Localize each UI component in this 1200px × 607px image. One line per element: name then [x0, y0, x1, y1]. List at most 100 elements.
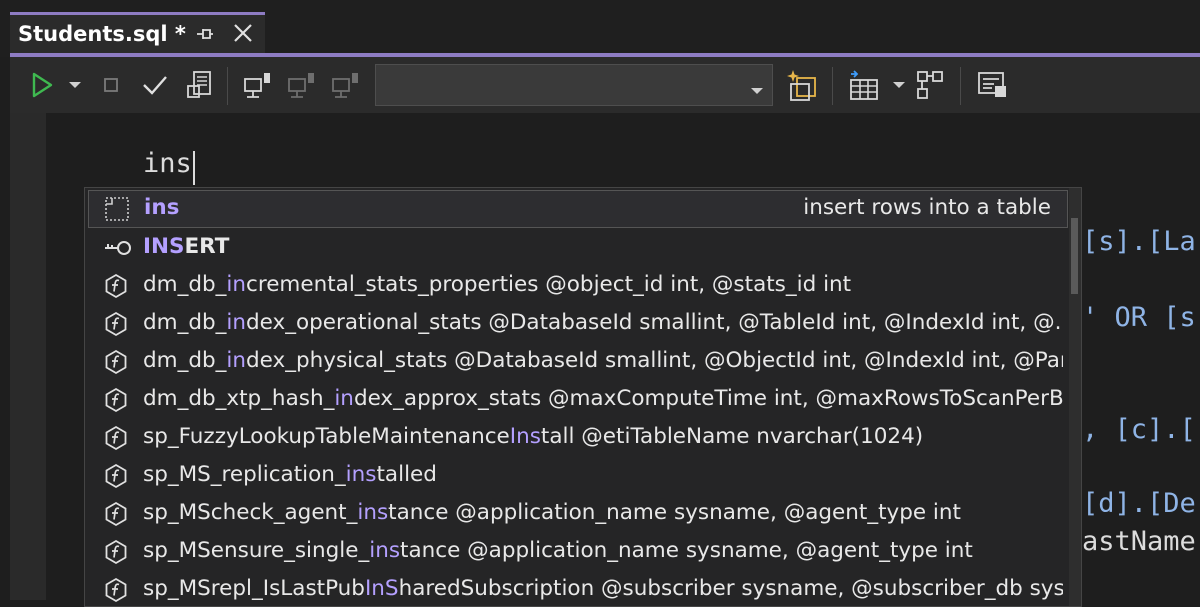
completion-item-label: sp_MS_replication_installed [143, 462, 1063, 487]
tab-students-sql[interactable]: Students.sql * [10, 12, 265, 53]
execute-dropdown-button[interactable] [66, 69, 84, 101]
chevron-down-icon [750, 81, 764, 100]
completion-item[interactable]: dm_db_index_physical_stats @DatabaseId s… [85, 342, 1070, 380]
completion-label-post: tance @application_name sysname, @agent_… [388, 500, 961, 525]
completion-item[interactable]: INSERT [85, 228, 1070, 266]
checkmark-icon [141, 73, 169, 97]
actual-plan-button[interactable] [914, 69, 946, 101]
completion-item[interactable]: sp_MS_replication_installed [85, 456, 1070, 494]
completion-item-label: dm_db_incremental_stats_properties @obje… [143, 272, 1063, 297]
completion-label-match: in [334, 386, 354, 411]
connect-button[interactable] [242, 69, 274, 101]
chevron-down-icon [68, 80, 82, 90]
completion-label-match: ins [144, 195, 180, 220]
completion-label-match: INS [143, 234, 185, 259]
results-to-grid-button[interactable] [846, 69, 882, 101]
completion-item-label: sp_MSensure_single_instance @application… [143, 538, 1063, 563]
pin-icon[interactable] [194, 23, 216, 45]
document-plan-icon [186, 70, 212, 100]
completion-item[interactable]: sp_MSensure_single_instance @application… [85, 532, 1070, 570]
server-disconnect-icon [287, 70, 317, 100]
parse-button[interactable] [140, 69, 170, 101]
execute-button[interactable] [28, 69, 56, 101]
completion-label-post: tance @application_name sysname, @agent_… [400, 538, 973, 563]
completion-item-label: dm_db_xtp_hash_index_approx_stats @maxCo… [143, 386, 1063, 411]
completion-label-post: dex_physical_stats @DatabaseId smallint,… [246, 348, 1063, 373]
completion-item-selected[interactable]: ins insert rows into a table [88, 190, 1068, 228]
completion-item[interactable]: sp_MSrepl_IsLastPubInSharedSubscription … [85, 570, 1070, 606]
code-line-fragment: ' OR [s [1082, 302, 1196, 333]
snippet-icon [104, 196, 130, 222]
function-icon [103, 425, 129, 451]
function-icon [103, 311, 129, 337]
completion-item-label: INSERT [143, 234, 1063, 259]
server-connect-icon [243, 70, 273, 100]
query-options-button[interactable] [974, 69, 1010, 101]
disconnect-button[interactable] [286, 69, 318, 101]
typed-text: ins [143, 148, 192, 179]
toolbar-separator [832, 67, 833, 105]
intellisense-completion-list[interactable]: ins insert rows into a table INSERT dm_db_i… [84, 187, 1082, 607]
completion-label-pre: dm_db_ [143, 310, 227, 335]
completion-label-match: InS [364, 576, 399, 601]
completion-label-match: ins [345, 462, 377, 487]
document-tab-strip: Students.sql * [0, 0, 1200, 57]
completion-label-post: ERT [184, 234, 230, 259]
code-line-fragment: astName [1082, 526, 1196, 557]
completion-label-pre: sp_MSrepl_IsLastPub [143, 576, 365, 601]
completion-item[interactable]: sp_FuzzyLookupTableMaintenanceInstall @e… [85, 418, 1070, 456]
completion-label-pre: dm_db_xtp_hash_ [143, 386, 335, 411]
function-icon [103, 501, 129, 527]
completion-label-match: ins [369, 538, 401, 563]
chevron-down-icon [892, 80, 906, 90]
completion-scroll-thumb[interactable] [1071, 218, 1078, 294]
completion-item[interactable]: dm_db_incremental_stats_properties @obje… [85, 266, 1070, 304]
grid-icon [847, 68, 881, 102]
completion-label-match: in [226, 348, 246, 373]
completion-label-post: talled [376, 462, 437, 487]
completion-item-label: sp_MScheck_agent_instance @application_n… [143, 500, 1063, 525]
completion-label-pre: sp_MS_replication_ [143, 462, 346, 487]
completion-label-match: in [226, 272, 246, 297]
completion-label-match: Ins [509, 424, 541, 449]
function-icon [103, 387, 129, 413]
completion-item-label: dm_db_index_physical_stats @DatabaseId s… [143, 348, 1063, 373]
code-line-fragment: [s].[La [1082, 226, 1196, 257]
toolbar-separator [227, 67, 228, 105]
completion-item[interactable]: dm_db_index_operational_stats @DatabaseI… [85, 304, 1070, 342]
tab-title: Students.sql * [18, 22, 186, 46]
sparkle-window-icon [785, 68, 819, 102]
completion-label-pre: sp_FuzzyLookupTableMaintenance [143, 424, 510, 449]
query-toolbar [10, 57, 1200, 113]
completion-item-description: insert rows into a table [803, 195, 1051, 220]
function-icon [103, 539, 129, 565]
keyword-icon [103, 235, 131, 261]
completion-label-pre: dm_db_ [143, 348, 227, 373]
completion-label-match: in [226, 310, 246, 335]
completion-scrollbar[interactable] [1069, 188, 1081, 606]
completion-item[interactable]: dm_db_xtp_hash_index_approx_stats @maxCo… [85, 380, 1070, 418]
completion-label-post: dex_operational_stats @DatabaseId smalli… [246, 310, 1063, 335]
text-cursor [193, 151, 195, 185]
database-select[interactable] [375, 64, 773, 106]
toolbar-separator [960, 67, 961, 105]
function-icon [103, 577, 129, 603]
close-icon[interactable] [231, 21, 255, 45]
completion-label-pre: sp_MScheck_agent_ [143, 500, 358, 525]
stop-icon [103, 77, 119, 93]
play-icon [30, 71, 54, 99]
estimated-plan-button[interactable] [184, 69, 214, 101]
completion-item[interactable]: sp_MScheck_agent_instance @application_n… [85, 494, 1070, 532]
completion-label-post: haredSubscription @subscriber sysname, @… [398, 576, 1063, 601]
cancel-query-button[interactable] [100, 69, 122, 101]
options-list-icon [976, 70, 1008, 100]
change-connection-button[interactable] [330, 69, 362, 101]
function-icon [103, 349, 129, 375]
new-query-window-button[interactable] [784, 69, 820, 101]
completion-label-post: dex_approx_stats @maxComputeTime int, @m… [353, 386, 1063, 411]
function-icon [103, 273, 129, 299]
completion-item-label: sp_FuzzyLookupTableMaintenanceInstall @e… [143, 424, 1063, 449]
function-icon [103, 463, 129, 489]
results-dropdown-button[interactable] [890, 69, 908, 101]
plan-nodes-icon [915, 69, 945, 101]
